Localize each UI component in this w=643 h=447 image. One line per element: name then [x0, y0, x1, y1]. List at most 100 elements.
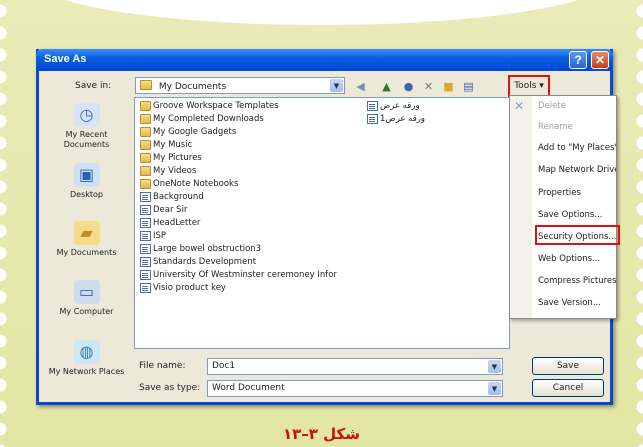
- file-name: Background: [153, 192, 204, 202]
- list-item[interactable]: Groove Workspace Templates: [140, 100, 279, 112]
- list-item[interactable]: ورقه عرض: [367, 100, 420, 112]
- help-button[interactable]: ?: [569, 51, 587, 69]
- file-name-label: File name:: [139, 361, 186, 371]
- places-bar: ◷ My Recent Documents ▣ Desktop ▰ My Doc…: [43, 97, 130, 399]
- list-item[interactable]: My Music: [140, 139, 192, 151]
- save-in-combo[interactable]: My Documents ▼: [135, 77, 345, 94]
- menu-item-add-to-my-places[interactable]: Add to "My Places": [538, 143, 616, 153]
- desktop-icon: ▣: [73, 163, 100, 187]
- document-icon: [140, 244, 151, 254]
- list-item[interactable]: Large bowel obstruction3: [140, 243, 261, 255]
- place-label: My Documents: [56, 248, 117, 257]
- close-button[interactable]: ✕: [591, 51, 609, 69]
- chevron-down-icon[interactable]: ▼: [488, 382, 501, 395]
- menu-item-save-options[interactable]: Save Options...: [538, 210, 616, 220]
- cancel-button[interactable]: Cancel: [532, 379, 604, 397]
- list-item[interactable]: My Pictures: [140, 152, 202, 164]
- document-icon: [140, 270, 151, 280]
- chevron-down-icon[interactable]: ▼: [330, 79, 343, 92]
- file-name: ISP: [153, 231, 167, 241]
- file-name: Standards Development: [153, 257, 257, 267]
- place-my-documents[interactable]: ▰ My Documents: [43, 221, 130, 258]
- new-folder-icon[interactable]: ■: [441, 79, 456, 94]
- menu-item-delete[interactable]: Delete: [538, 101, 616, 111]
- file-name: My Music: [153, 140, 193, 150]
- document-icon: [140, 257, 151, 267]
- file-name: My Pictures: [153, 153, 202, 163]
- file-name: Dear Sir: [153, 205, 188, 215]
- folder-icon: [140, 153, 151, 163]
- tools-highlight-box: [508, 75, 550, 97]
- list-item[interactable]: ورقه عرض1: [367, 113, 425, 125]
- place-label: My Recent Documents: [63, 130, 110, 149]
- save-in-label: Save in:: [75, 81, 112, 91]
- file-list[interactable]: Groove Workspace Templates My Completed …: [134, 97, 510, 349]
- title-bar[interactable]: Save As ? ✕: [36, 49, 613, 71]
- list-item[interactable]: University Of Westminster ceremoney Info…: [140, 269, 337, 281]
- list-item[interactable]: My Videos: [140, 165, 196, 177]
- menu-item-properties[interactable]: Properties: [538, 188, 616, 198]
- search-web-icon[interactable]: ●: [401, 79, 416, 94]
- list-item[interactable]: ISP: [140, 230, 166, 242]
- menu-item-save-version[interactable]: Save Version...: [538, 298, 616, 308]
- file-name: ورقه عرض1: [380, 114, 425, 124]
- back-icon[interactable]: ◀: [353, 79, 368, 94]
- dialog-title: Save As: [44, 53, 87, 65]
- decorative-scallop-right: [629, 0, 643, 447]
- menu-item-web-options[interactable]: Web Options...: [538, 254, 616, 264]
- save-as-dialog: Save As ? ✕ Save in: My Documents ▼ ◀ ▲ …: [36, 49, 620, 405]
- delete-icon[interactable]: ✕: [421, 79, 436, 94]
- place-label: My Network Places: [48, 367, 125, 376]
- folder-icon: [140, 140, 151, 150]
- tools-dropdown-menu: ✕ Delete Rename Add to "My Places" Map N…: [509, 95, 617, 319]
- file-name: My Completed Downloads: [153, 114, 264, 124]
- document-icon: [367, 114, 378, 124]
- decorative-scallop-left: [0, 0, 14, 447]
- list-item[interactable]: HeadLetter: [140, 217, 200, 229]
- decorative-arc: [30, 0, 613, 25]
- list-item[interactable]: My Completed Downloads: [140, 113, 264, 125]
- views-icon[interactable]: ▤: [461, 79, 476, 94]
- recent-documents-icon: ◷: [73, 103, 100, 127]
- folder-icon: [140, 101, 151, 111]
- place-label: Desktop: [70, 190, 103, 199]
- menu-item-map-network-drive[interactable]: Map Network Drive...: [538, 165, 616, 175]
- file-name: OneNote Notebooks: [153, 179, 239, 189]
- folder-icon: [140, 127, 151, 137]
- my-computer-icon: ▭: [73, 280, 100, 304]
- folder-icon: [140, 114, 151, 124]
- list-item[interactable]: OneNote Notebooks: [140, 178, 238, 190]
- save-button[interactable]: Save: [532, 357, 604, 375]
- list-item[interactable]: Visio product key: [140, 282, 226, 294]
- list-item[interactable]: Dear Sir: [140, 204, 187, 216]
- chevron-down-icon[interactable]: ▼: [488, 360, 501, 373]
- file-name: My Videos: [153, 166, 197, 176]
- file-name: Groove Workspace Templates: [153, 101, 279, 111]
- security-options-highlight-box: [535, 225, 620, 245]
- file-name: University Of Westminster ceremoney Info…: [153, 270, 337, 280]
- menu-item-compress-pictures[interactable]: Compress Pictures...: [538, 276, 616, 286]
- save-as-type-select[interactable]: Word Document ▼: [207, 380, 503, 397]
- place-my-recent-documents[interactable]: ◷ My Recent Documents: [43, 103, 130, 150]
- menu-item-rename[interactable]: Rename: [538, 122, 616, 132]
- document-icon: [140, 218, 151, 228]
- save-in-value: My Documents: [158, 82, 227, 92]
- document-icon: [140, 192, 151, 202]
- place-desktop[interactable]: ▣ Desktop: [43, 163, 130, 200]
- place-label: My Computer: [59, 307, 114, 316]
- figure-caption: شکل ۳–۱۳: [282, 425, 361, 443]
- up-folder-icon[interactable]: ▲: [379, 79, 394, 94]
- list-item[interactable]: Background: [140, 191, 204, 203]
- place-my-computer[interactable]: ▭ My Computer: [43, 280, 130, 317]
- file-name-field[interactable]: Doc1 ▼: [207, 358, 503, 375]
- document-icon: [140, 283, 151, 293]
- document-icon: [140, 231, 151, 241]
- save-as-type-label: Save as type:: [139, 383, 201, 393]
- list-item[interactable]: Standards Development: [140, 256, 256, 268]
- menu-gutter: [510, 96, 532, 318]
- file-name: Large bowel obstruction3: [153, 244, 262, 254]
- file-name: HeadLetter: [153, 218, 201, 228]
- list-item[interactable]: My Google Gadgets: [140, 126, 236, 138]
- place-my-network-places[interactable]: ◍ My Network Places: [43, 340, 130, 377]
- file-name-value: Doc1: [212, 361, 236, 371]
